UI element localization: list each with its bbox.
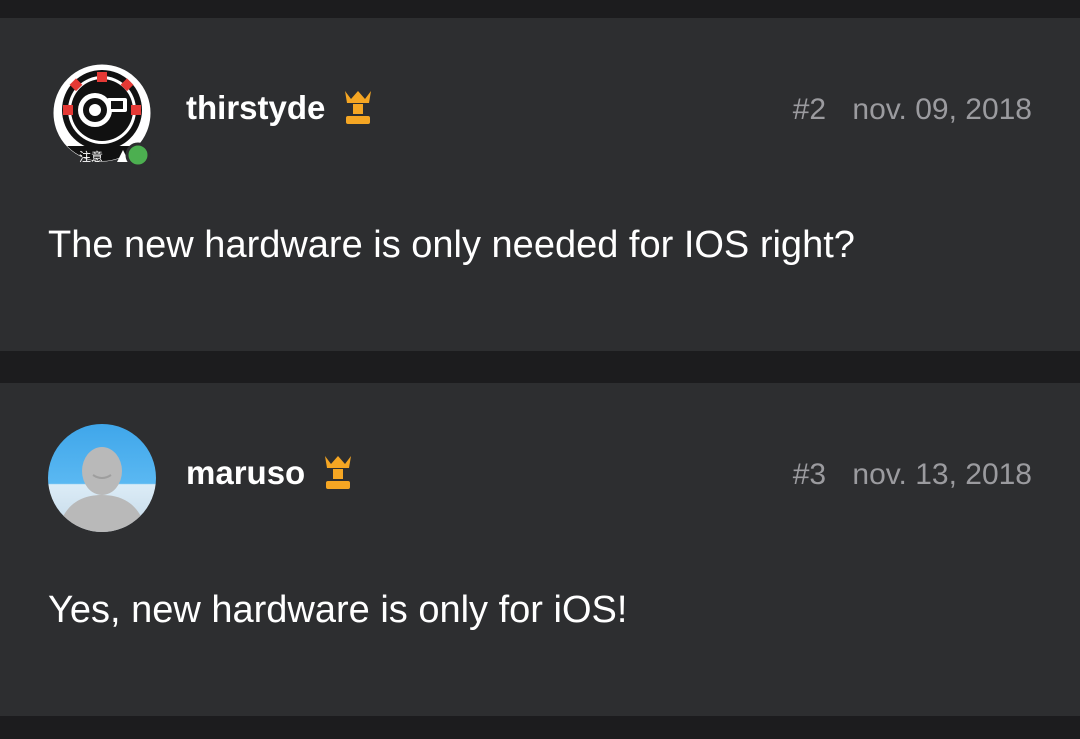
post-date: nov. 13, 2018: [852, 458, 1032, 491]
avatar-label: 注意: [79, 149, 103, 164]
avatar[interactable]: 注意: [47, 58, 157, 168]
post-date: nov. 09, 2018: [852, 93, 1032, 126]
crown-badge-icon: [321, 454, 355, 492]
post-number[interactable]: #2: [793, 93, 826, 126]
crown-badge-icon: [341, 89, 375, 127]
post-number[interactable]: #3: [793, 458, 826, 491]
online-status-dot: [125, 142, 151, 168]
thread-feed: 注意 thirstyde #2 nov. 09, 2018 The new ha…: [0, 0, 1080, 739]
username-text[interactable]: thirstyde: [186, 88, 325, 128]
post-body: Yes, new hardware is only for iOS!: [48, 589, 628, 631]
post-card: 注意 thirstyde #2 nov. 09, 2018 The new ha…: [0, 18, 1080, 351]
avatar[interactable]: [47, 423, 157, 533]
username[interactable]: thirstyde: [186, 88, 375, 128]
post-meta: #2 nov. 09, 2018: [793, 90, 1032, 130]
post-body: The new hardware is only needed for IOS …: [48, 224, 855, 266]
username[interactable]: maruso: [186, 453, 355, 493]
post-card: maruso #3 nov. 13, 2018 Yes, new hardwar…: [0, 383, 1080, 716]
default-person-avatar-icon: [48, 424, 156, 532]
turbo-avatar-icon: 注意: [52, 63, 152, 168]
username-text[interactable]: maruso: [186, 453, 305, 493]
post-meta: #3 nov. 13, 2018: [793, 455, 1032, 495]
